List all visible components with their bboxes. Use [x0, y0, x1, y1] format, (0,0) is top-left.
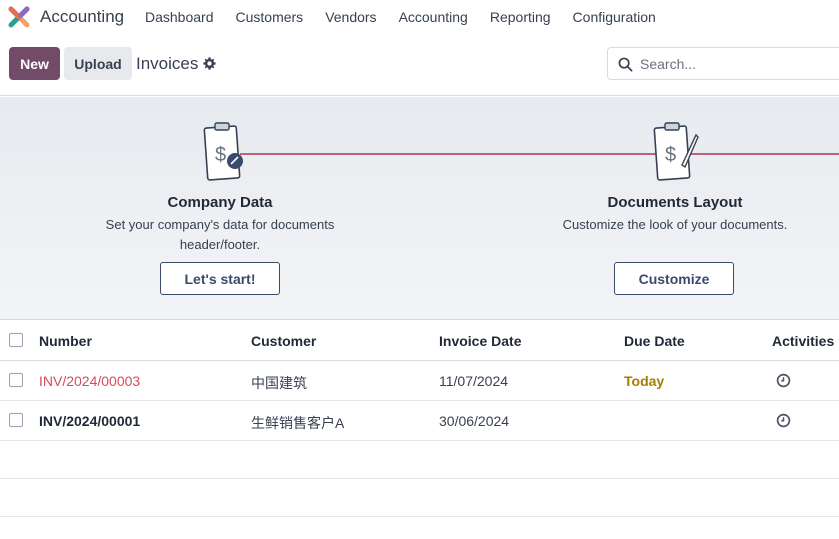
- column-header-due-date[interactable]: Due Date: [624, 333, 685, 349]
- onboarding-step-company-data: Company Data Set your company's data for…: [100, 194, 340, 255]
- lets-start-button[interactable]: Let's start!: [160, 262, 280, 295]
- step-description-line: header/footer.: [179, 237, 261, 252]
- select-all-checkbox[interactable]: [9, 333, 23, 347]
- invoice-date: 30/06/2024: [439, 413, 510, 429]
- due-date: Today: [624, 373, 665, 389]
- column-header-customer[interactable]: Customer: [251, 333, 316, 349]
- document-dollar-pen-icon: $: [653, 122, 699, 181]
- customize-button[interactable]: Customize: [614, 262, 734, 295]
- step-description: Set your company's data for documents he…: [100, 215, 340, 255]
- menu-item-customers[interactable]: Customers: [225, 9, 315, 25]
- document-dollar-check-icon: $: [203, 122, 243, 181]
- new-button[interactable]: New: [9, 47, 60, 80]
- customer-name: 中国建筑: [251, 375, 307, 391]
- menu-item-accounting[interactable]: Accounting: [388, 9, 479, 25]
- menu-item-configuration[interactable]: Configuration: [562, 9, 667, 25]
- clock-icon[interactable]: [776, 413, 791, 428]
- row-checkbox[interactable]: [9, 413, 23, 427]
- table-row[interactable]: INV/2024/00001 生鲜销售客户A 30/06/2024: [0, 401, 839, 441]
- control-panel: New Upload Invoices: [0, 34, 839, 96]
- invoice-number: INV/2024/00001: [39, 413, 141, 429]
- gear-icon[interactable]: [203, 57, 216, 70]
- column-header-invoice-date[interactable]: Invoice Date: [439, 333, 521, 349]
- menu-item-dashboard[interactable]: Dashboard: [134, 9, 225, 25]
- invoice-number: INV/2024/00003: [39, 373, 141, 389]
- empty-row: [0, 441, 839, 479]
- menu-item-vendors[interactable]: Vendors: [314, 9, 387, 25]
- search-input[interactable]: [640, 53, 830, 75]
- column-header-activities[interactable]: Activities: [772, 333, 834, 349]
- menu-item-reporting[interactable]: Reporting: [479, 9, 562, 25]
- step-title: Company Data: [167, 194, 273, 211]
- customer-name: 生鲜销售客户A: [251, 415, 345, 431]
- top-navbar: Accounting Dashboard Customers Vendors A…: [0, 0, 839, 34]
- onboarding-panel: $ Company Data Set your company's data f…: [0, 97, 839, 320]
- main-menu: Dashboard Customers Vendors Accounting R…: [134, 0, 667, 34]
- search-box[interactable]: [607, 47, 839, 80]
- step-description: Customize the look of your documents.: [540, 215, 810, 235]
- upload-button[interactable]: Upload: [64, 47, 132, 80]
- onboarding-step-documents-layout: Documents Layout Customize the look of y…: [540, 194, 810, 235]
- step-title: Documents Layout: [607, 194, 743, 211]
- svg-text:$: $: [665, 144, 676, 166]
- svg-text:$: $: [215, 144, 226, 166]
- row-checkbox[interactable]: [9, 373, 23, 387]
- step-description-line: Customize the look of your documents.: [562, 217, 788, 232]
- invoice-date: 11/07/2024: [439, 373, 509, 389]
- clock-icon[interactable]: [776, 373, 791, 388]
- column-header-number[interactable]: Number: [39, 333, 92, 349]
- search-icon: [618, 57, 633, 72]
- table-header: Number Customer Invoice Date Due Date Ac…: [0, 321, 839, 361]
- step-description-line: Set your company's data for documents: [105, 217, 335, 232]
- odoo-app-icon[interactable]: [8, 6, 30, 28]
- table-row[interactable]: INV/2024/00003 中国建筑 11/07/2024 Today: [0, 361, 839, 401]
- page-title: Invoices: [136, 54, 199, 73]
- onboarding-progress-line: [240, 153, 839, 155]
- app-name[interactable]: Accounting: [40, 7, 124, 27]
- empty-row: [0, 479, 839, 517]
